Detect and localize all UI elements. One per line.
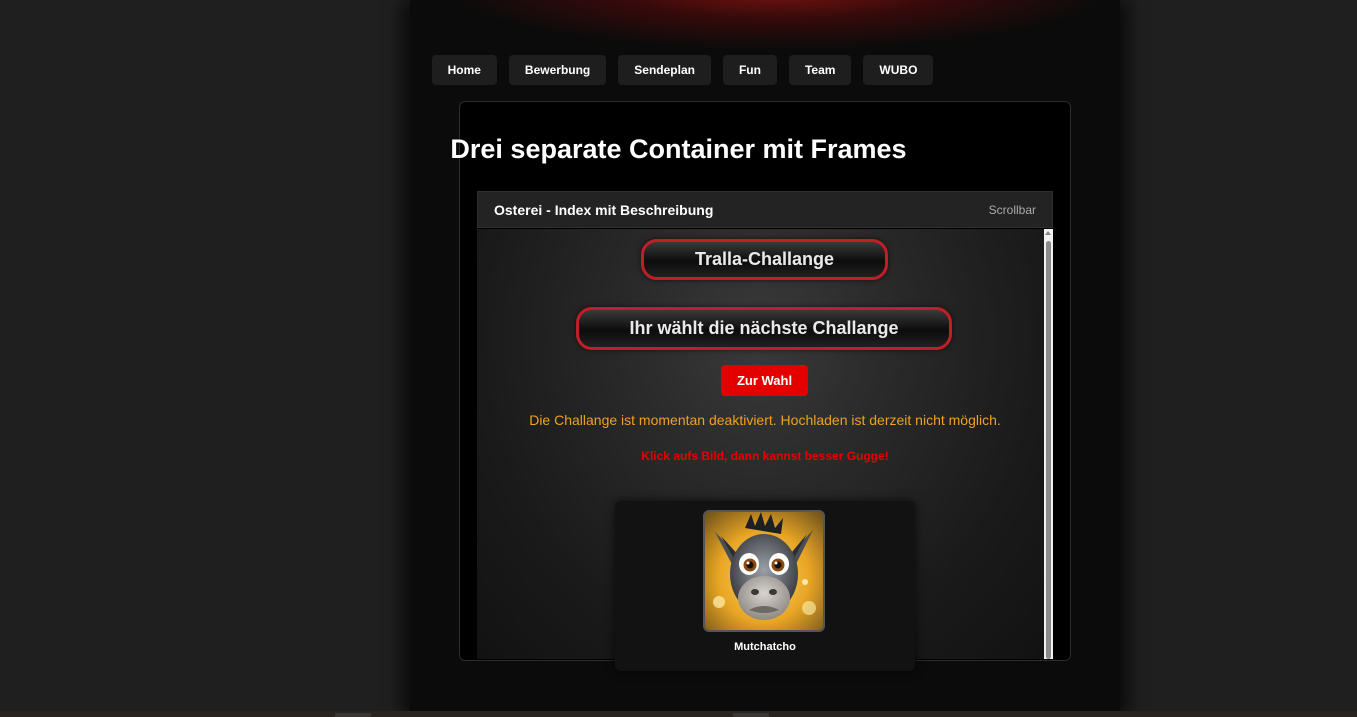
nav-sendeplan[interactable]: Sendeplan bbox=[618, 55, 711, 85]
entry-image-donkey[interactable] bbox=[703, 510, 825, 632]
main-nav: Home Bewerbung Sendeplan Fun Team WUBO bbox=[0, 55, 1357, 85]
nav-fun[interactable]: Fun bbox=[722, 55, 777, 85]
nav-bewerbung[interactable]: Bewerbung bbox=[508, 55, 607, 85]
bottom-taskbar-edge bbox=[0, 711, 1357, 717]
nav-wubo[interactable]: WUBO bbox=[863, 55, 934, 85]
nav-home[interactable]: Home bbox=[431, 55, 497, 85]
donkey-portrait-image bbox=[705, 512, 823, 630]
taskbar-mark bbox=[733, 713, 769, 717]
panel-header: Osterei - Index mit Beschreibung Scrollb… bbox=[477, 191, 1053, 228]
header-glow bbox=[440, 0, 1120, 50]
taskbar-mark bbox=[335, 713, 371, 717]
panel-title: Osterei - Index mit Beschreibung bbox=[494, 202, 714, 218]
page-title: Drei separate Container mit Frames bbox=[450, 134, 907, 164]
nav-team[interactable]: Team bbox=[788, 55, 852, 85]
panel-scroll-hint: Scrollbar bbox=[988, 203, 1036, 217]
entry-name: Mutchatcho bbox=[734, 641, 796, 653]
